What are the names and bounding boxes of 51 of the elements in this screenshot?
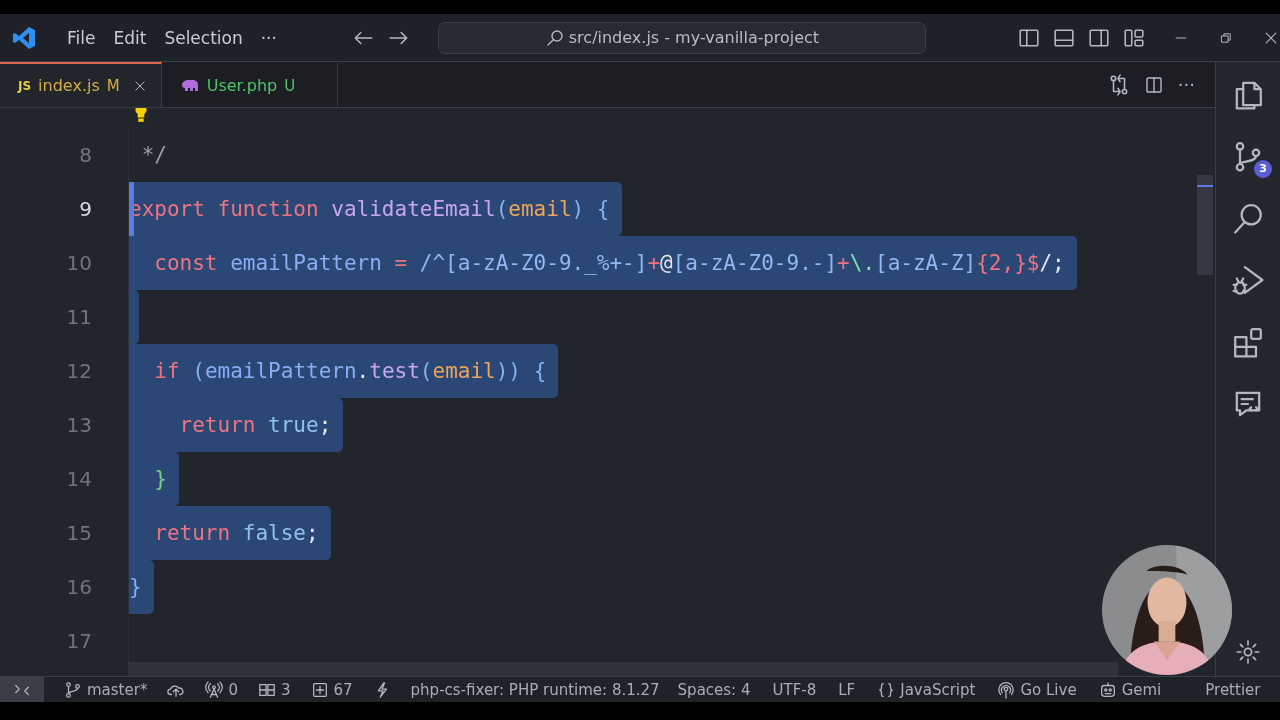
status-item[interactable]: 3 <box>280 680 291 699</box>
antenna-icon <box>205 680 224 699</box>
code-line: */ <box>140 142 168 169</box>
status-item[interactable]: Go Live <box>1020 680 1077 699</box>
count-badge: 3 <box>1254 160 1272 178</box>
status-item[interactable]: 0 <box>228 680 238 699</box>
status-item[interactable]: master* <box>87 680 148 699</box>
menu-item[interactable]: ··· <box>251 23 286 52</box>
restore-icon[interactable] <box>1218 30 1233 45</box>
plus-box-icon <box>310 680 329 699</box>
extensions-icon[interactable] <box>1232 326 1264 358</box>
line-number: 14 <box>65 467 92 491</box>
line-number: 10 <box>65 251 92 275</box>
elephant-icon <box>179 78 200 93</box>
line-number: 13 <box>65 413 92 437</box>
line-number: 11 <box>65 305 92 329</box>
js-file-icon: JS <box>18 78 32 93</box>
line-number: 8 <box>78 143 92 167</box>
line-number: 12 <box>65 359 92 383</box>
split-editor-icon[interactable] <box>1143 74 1164 95</box>
braces-icon <box>877 680 896 699</box>
editor-tab[interactable]: JS index.js M <box>0 62 162 107</box>
app-logo <box>12 25 36 50</box>
settings-icon[interactable] <box>1236 640 1260 664</box>
remote-button[interactable] <box>0 677 44 702</box>
more-actions-button[interactable]: ··· <box>1177 74 1195 95</box>
menu-item[interactable]: File <box>58 23 105 52</box>
status-item[interactable]: LF <box>838 680 856 699</box>
line-number: 16 <box>65 575 92 599</box>
line-number: 17 <box>65 629 92 653</box>
run-debug-icon[interactable] <box>1232 264 1264 296</box>
broadcast-icon <box>997 680 1016 699</box>
status-item[interactable]: UTF-8 <box>772 680 817 699</box>
status-item[interactable]: 67 <box>333 680 353 699</box>
close-icon[interactable] <box>132 78 147 93</box>
scrollbar-thumb[interactable] <box>128 662 1118 676</box>
menu-item[interactable]: Selection <box>155 23 252 52</box>
status-item[interactable]: Spaces: 4 <box>677 680 751 699</box>
selection-marker <box>1197 185 1213 187</box>
status-item[interactable]: Gemi <box>1121 680 1162 699</box>
search-icon[interactable] <box>1232 202 1264 234</box>
scrollbar-thumb[interactable] <box>1197 175 1213 275</box>
status-item[interactable]: Prettier <box>1205 680 1261 699</box>
line-number: 15 <box>65 521 92 545</box>
command-center[interactable]: src/index.js - my-vanilla-project <box>437 21 926 54</box>
status-item[interactable]: php-cs-fixer: PHP runtime: 8.1.27 <box>410 680 660 699</box>
status-item[interactable]: JavaScript <box>900 680 976 699</box>
line-number: 9 <box>78 197 92 221</box>
robot-icon <box>1098 680 1117 699</box>
menu-item[interactable]: Edit <box>104 23 156 52</box>
branch-icon <box>64 680 82 699</box>
